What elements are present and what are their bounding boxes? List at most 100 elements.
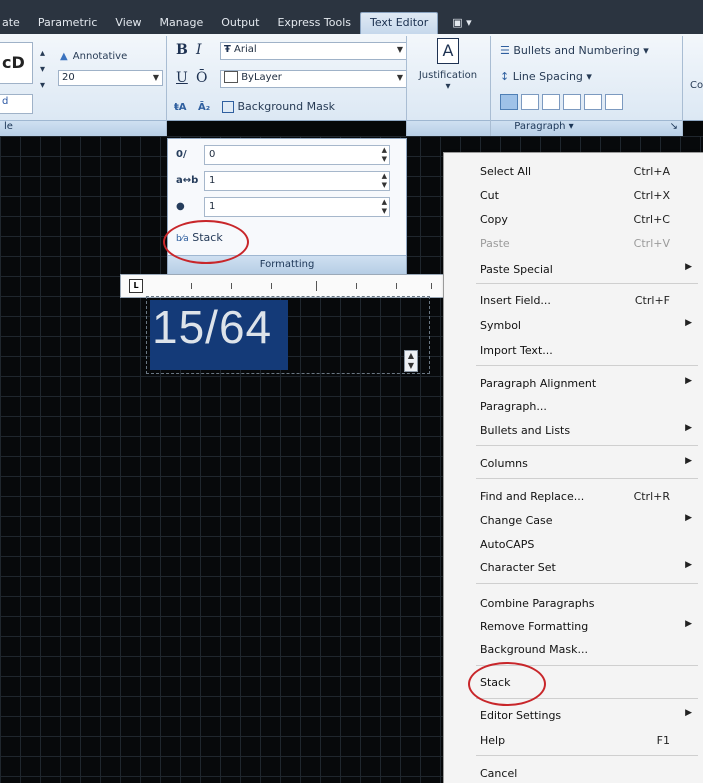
menu-item-paste[interactable]: Paste Ctrl+V bbox=[480, 233, 692, 255]
menu-item-insert-field[interactable]: Insert Field... Ctrl+F bbox=[480, 290, 692, 312]
menu-item-cut[interactable]: Cut Ctrl+X bbox=[480, 185, 692, 207]
menu-item-remove-formatting[interactable]: Remove Formatting ▶ bbox=[480, 616, 692, 638]
align-left-icon[interactable] bbox=[521, 94, 539, 110]
text-editor-ruler[interactable]: L bbox=[120, 274, 444, 298]
tab-view[interactable]: View bbox=[106, 12, 150, 34]
annotative-toggle[interactable]: ▲ Annotative bbox=[60, 44, 127, 63]
annotative-label: Annotative bbox=[72, 51, 128, 62]
menu-item-editor-settings[interactable]: Editor Settings ▶ bbox=[480, 705, 692, 727]
chevron-right-icon: ▶ bbox=[685, 262, 692, 272]
spinner-icon[interactable]: ▲ ▼ bbox=[382, 146, 387, 164]
resize-handle-icon[interactable]: ▲ ▼ bbox=[404, 350, 418, 372]
menu-separator bbox=[476, 583, 698, 584]
menu-item-bullets-lists[interactable]: Bullets and Lists ▶ bbox=[480, 420, 692, 442]
align-center-icon[interactable] bbox=[542, 94, 560, 110]
line-spacing-button[interactable]: ↕ Line Spacing ▾ bbox=[500, 70, 592, 83]
spinner-icon[interactable]: ▲ ▼ bbox=[382, 198, 387, 216]
background-mask-button[interactable]: Background Mask bbox=[222, 100, 335, 113]
paragraph-panel-footer[interactable]: Paragraph ▾ ↘ bbox=[406, 120, 682, 137]
underline-button[interactable]: U bbox=[176, 70, 188, 86]
align-distribute-icon[interactable] bbox=[605, 94, 623, 110]
bullets-numbering-button[interactable]: ☰ Bullets and Numbering ▾ bbox=[500, 44, 649, 57]
width-factor-field[interactable]: 1 ▲ ▼ bbox=[204, 197, 390, 217]
formatting-panel-title: Formatting bbox=[259, 259, 315, 270]
panel-divider bbox=[166, 36, 167, 136]
chevron-down-icon: ▼ bbox=[152, 73, 159, 82]
tab-stop-icon[interactable]: L bbox=[129, 279, 143, 293]
font-dropdown[interactable]: Ŧ Arial ▼ bbox=[220, 42, 407, 60]
menu-item-shortcut: Ctrl+C bbox=[633, 213, 670, 226]
menu-item-help[interactable]: Help F1 bbox=[480, 730, 692, 752]
color-dropdown[interactable]: ByLayer ▼ bbox=[220, 70, 407, 88]
tab-annotate[interactable]: ate bbox=[0, 12, 29, 34]
tracking-field[interactable]: 1 ▲ ▼ bbox=[204, 171, 390, 191]
background-mask-icon bbox=[222, 101, 234, 113]
stack-highlight-circle bbox=[163, 220, 249, 264]
bold-button[interactable]: B bbox=[176, 42, 188, 58]
tab-manage[interactable]: Manage bbox=[151, 12, 213, 34]
columns-label[interactable]: Co bbox=[690, 80, 703, 91]
menu-item-label: Paragraph Alignment bbox=[480, 377, 597, 390]
text-style-preview-2[interactable]: d bbox=[0, 94, 33, 114]
tracking-icon: a↔b bbox=[176, 174, 199, 186]
menu-item-autocaps[interactable]: AutoCAPS bbox=[480, 534, 692, 556]
chevron-down-icon: ▼ bbox=[396, 73, 403, 82]
stack-upper-icon[interactable]: ŧA bbox=[174, 102, 187, 113]
tab-extra-menu[interactable]: ▣ ▾ bbox=[438, 12, 485, 34]
tab-text-editor[interactable]: Text Editor bbox=[359, 12, 439, 34]
overline-button[interactable]: Ō bbox=[196, 70, 207, 86]
style-panel-footer[interactable]: le bbox=[0, 120, 166, 137]
menu-item-label: Character Set bbox=[480, 561, 556, 574]
color-value: ByLayer bbox=[241, 72, 282, 83]
menu-item-label: Insert Field... bbox=[480, 294, 551, 307]
style-scroll-arrows[interactable]: ▴ ▾ ▾ bbox=[40, 46, 45, 94]
style-preview-text-2: d bbox=[2, 96, 9, 107]
align-justify-icon[interactable] bbox=[584, 94, 602, 110]
alignment-buttons bbox=[500, 94, 623, 110]
ruler-tick bbox=[356, 283, 357, 289]
tracking-value: 1 bbox=[209, 175, 216, 186]
spinner-icon[interactable]: ▲ ▼ bbox=[382, 172, 387, 190]
menu-item-label: Help bbox=[480, 734, 506, 747]
menu-item-shortcut: F1 bbox=[656, 734, 670, 747]
menu-item-background-mask[interactable]: Background Mask... bbox=[480, 639, 692, 661]
menu-item-change-case[interactable]: Change Case ▶ bbox=[480, 510, 692, 532]
menu-item-label: Remove Formatting bbox=[480, 620, 589, 633]
italic-button[interactable]: I bbox=[196, 42, 202, 58]
text-style-preview[interactable]: cD bbox=[0, 42, 33, 84]
selected-fraction-text[interactable]: 15/64 bbox=[152, 300, 272, 354]
tab-output[interactable]: Output bbox=[212, 12, 268, 34]
menu-item-find-replace[interactable]: Find and Replace... Ctrl+R bbox=[480, 486, 692, 508]
justification-button[interactable]: A Justification ▾ bbox=[411, 38, 485, 92]
menu-item-columns[interactable]: Columns ▶ bbox=[480, 453, 692, 475]
menu-item-paste-special[interactable]: Paste Special ▶ bbox=[480, 259, 692, 281]
menu-item-label: Background Mask... bbox=[480, 643, 588, 656]
text-height-field[interactable]: 20 ▼ bbox=[58, 70, 163, 86]
dialog-launcher-icon: ↘ bbox=[669, 121, 678, 132]
chevron-right-icon: ▶ bbox=[685, 423, 692, 433]
menu-item-paragraph-alignment[interactable]: Paragraph Alignment ▶ bbox=[480, 373, 692, 395]
menu-item-import-text[interactable]: Import Text... bbox=[480, 340, 692, 362]
align-default-icon[interactable] bbox=[500, 94, 518, 110]
stack-lower-icon[interactable]: Ā₂ bbox=[198, 102, 210, 113]
oblique-angle-field[interactable]: 0 ▲ ▼ bbox=[204, 145, 390, 165]
menu-item-label: Import Text... bbox=[480, 344, 553, 357]
tab-express-tools[interactable]: Express Tools bbox=[268, 12, 360, 34]
menu-item-select-all[interactable]: Select All Ctrl+A bbox=[480, 161, 692, 183]
tracking-row: a↔b bbox=[176, 169, 198, 191]
menu-item-label: Editor Settings bbox=[480, 709, 562, 722]
menu-item-label: Columns bbox=[480, 457, 528, 470]
menu-item-cancel[interactable]: Cancel bbox=[480, 763, 692, 783]
menu-item-copy[interactable]: Copy Ctrl+C bbox=[480, 209, 692, 231]
menu-item-label: Copy bbox=[480, 213, 508, 226]
chevron-down-icon: ▾ bbox=[445, 81, 451, 92]
tab-parametric[interactable]: Parametric bbox=[29, 12, 107, 34]
menu-item-shortcut: Ctrl+R bbox=[633, 490, 670, 503]
align-right-icon[interactable] bbox=[563, 94, 581, 110]
menu-item-combine-paragraphs[interactable]: Combine Paragraphs bbox=[480, 593, 692, 615]
menu-item-character-set[interactable]: Character Set ▶ bbox=[480, 557, 692, 579]
menu-item-paragraph[interactable]: Paragraph... bbox=[480, 396, 692, 418]
line-spacing-label: Line Spacing bbox=[512, 70, 583, 83]
chevron-right-icon: ▶ bbox=[685, 708, 692, 718]
menu-item-symbol[interactable]: Symbol ▶ bbox=[480, 315, 692, 337]
